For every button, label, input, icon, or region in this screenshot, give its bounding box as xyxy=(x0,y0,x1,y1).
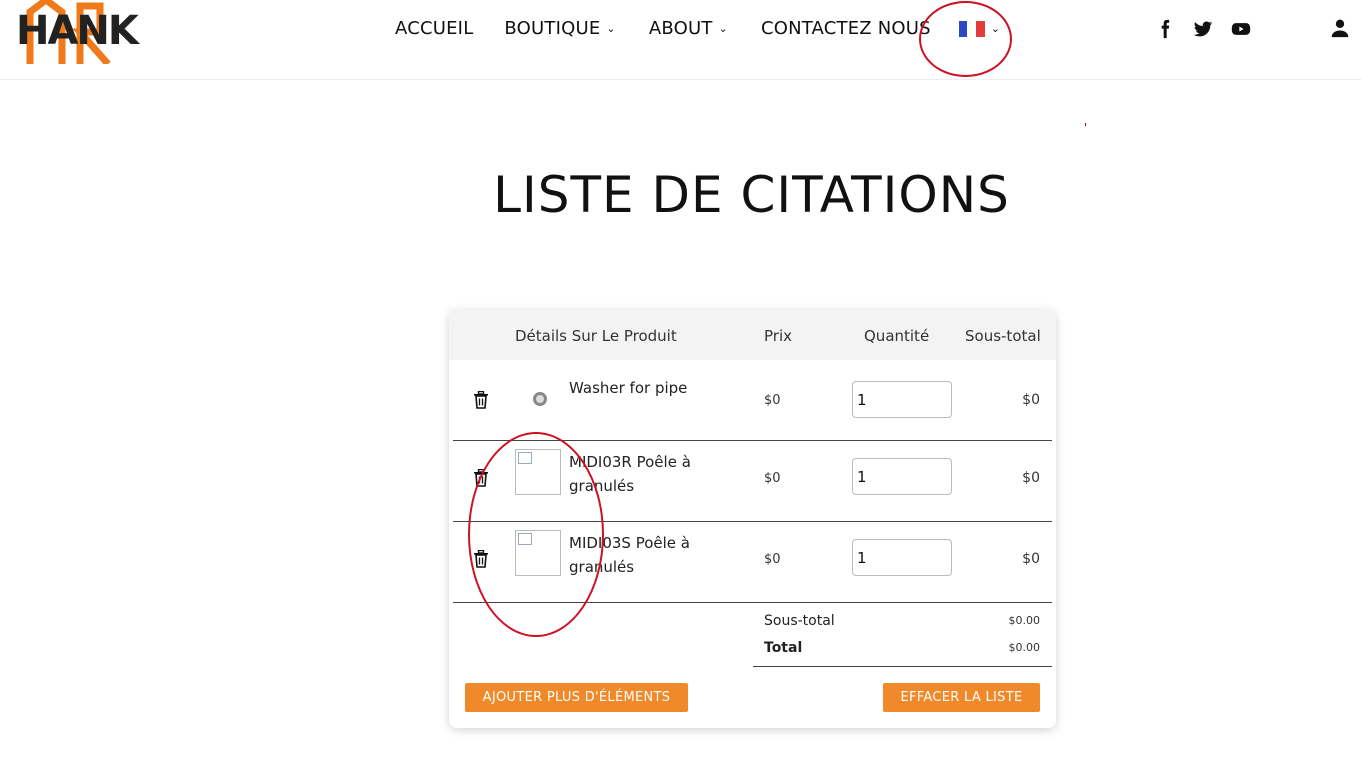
table-row: MIDI03S Poêle à granulés $0 $0 xyxy=(453,522,1052,603)
clear-list-button[interactable]: EFFACER LA LISTE xyxy=(883,683,1040,712)
quantity-input[interactable] xyxy=(852,458,952,495)
header-price: Prix xyxy=(764,327,792,345)
twitter-icon[interactable] xyxy=(1193,19,1213,39)
broken-image-thumbnail[interactable] xyxy=(515,449,561,495)
nav-boutique[interactable]: BOUTIQUE ⌄ xyxy=(504,18,615,39)
trash-icon[interactable] xyxy=(473,469,489,487)
social-links xyxy=(1155,19,1251,39)
hank-logo[interactable]: HANK xyxy=(16,0,166,64)
nav-boutique-label: BOUTIQUE xyxy=(504,18,601,39)
product-name[interactable]: MIDI03S Poêle à granulés xyxy=(569,531,709,579)
subtotal-label: Sous-total xyxy=(764,613,835,629)
broken-image-thumbnail[interactable] xyxy=(515,530,561,576)
total-value: $0.00 xyxy=(1008,641,1041,654)
facebook-icon[interactable] xyxy=(1155,19,1175,39)
language-selector[interactable]: ⌄ xyxy=(958,20,1000,37)
nav-accueil[interactable]: ACCUEIL xyxy=(395,18,473,39)
quantity-input[interactable] xyxy=(852,539,952,576)
row-subtotal: $0 xyxy=(1022,551,1040,567)
chevron-down-icon: ⌄ xyxy=(990,22,1000,35)
main-nav: ACCUEIL BOUTIQUE ⌄ ABOUT ⌄ CONTACTEZ NOU… xyxy=(395,18,1000,39)
quote-list-card: Détails Sur Le Produit Prix Quantité Sou… xyxy=(449,310,1056,728)
product-price: $0 xyxy=(764,393,781,408)
youtube-icon[interactable] xyxy=(1231,19,1251,39)
page-title: LISTE DE CITATIONS xyxy=(493,166,1010,224)
broken-image-icon xyxy=(518,533,532,545)
header-qty: Quantité xyxy=(864,327,930,345)
product-name[interactable]: MIDI03R Poêle à granulés xyxy=(569,450,709,498)
chevron-down-icon: ⌄ xyxy=(606,22,616,35)
user-icon[interactable] xyxy=(1330,18,1350,38)
nav-about-label: ABOUT xyxy=(648,18,713,39)
trash-icon[interactable] xyxy=(473,550,489,568)
table-header: Détails Sur Le Produit Prix Quantité Sou… xyxy=(449,310,1056,360)
table-row: MIDI03R Poêle à granulés $0 $0 xyxy=(453,441,1052,522)
quantity-input[interactable] xyxy=(852,381,952,418)
row-subtotal: $0 xyxy=(1022,392,1040,408)
header-details: Détails Sur Le Produit xyxy=(515,327,677,345)
product-name[interactable]: Washer for pipe xyxy=(569,376,709,400)
table-row: Washer for pipe $0 $0 xyxy=(453,360,1052,441)
site-header: HANK ACCUEIL BOUTIQUE ⌄ ABOUT ⌄ CONTACTE… xyxy=(0,0,1361,80)
nav-accueil-label: ACCUEIL xyxy=(395,18,474,39)
trash-icon[interactable] xyxy=(473,391,489,409)
chevron-down-icon: ⌄ xyxy=(718,22,728,35)
washer-thumbnail[interactable] xyxy=(533,392,547,406)
page-title-wrap: LISTE DE CITATIONS xyxy=(0,166,1361,224)
red-mark xyxy=(1085,123,1086,126)
header-subtotal: Sous-total xyxy=(965,327,1041,345)
row-subtotal: $0 xyxy=(1022,470,1040,486)
france-flag-icon xyxy=(958,20,985,37)
subtotal-value: $0.00 xyxy=(1008,614,1041,627)
nav-about[interactable]: ABOUT ⌄ xyxy=(649,18,728,39)
totals-block: Sous-total $0.00 Total $0.00 xyxy=(753,610,1052,667)
logo-text: HANK xyxy=(16,8,141,54)
product-price: $0 xyxy=(764,471,781,486)
nav-contact-label: CONTACTEZ NOUS xyxy=(760,18,931,39)
add-more-items-button[interactable]: AJOUTER PLUS D'ÉLÉMENTS xyxy=(465,683,688,712)
total-label: Total xyxy=(764,640,803,656)
broken-image-icon xyxy=(518,452,532,464)
product-price: $0 xyxy=(764,552,781,567)
nav-contact[interactable]: CONTACTEZ NOUS xyxy=(761,18,931,39)
